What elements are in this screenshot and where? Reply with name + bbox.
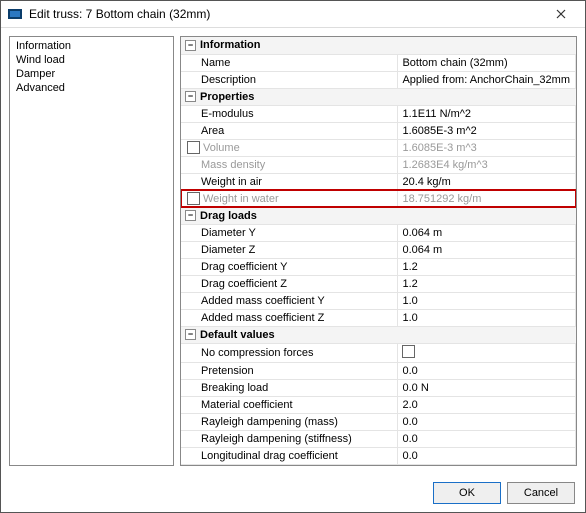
dialog-body: Information Wind load Damper Advanced −I… <box>1 28 585 474</box>
app-icon <box>7 6 23 22</box>
prop-value-material-coeff[interactable]: 2.0 <box>398 396 576 413</box>
section-header-default-values[interactable]: −Default values <box>181 326 398 343</box>
dialog-window: Edit truss: 7 Bottom chain (32mm) Inform… <box>0 0 586 513</box>
prop-label-massdensity: Mass density <box>181 156 398 173</box>
prop-value-rayleigh-stiffness[interactable]: 0.0 <box>398 430 576 447</box>
prop-value-weightwater: 18.751292 kg/m <box>398 190 576 207</box>
prop-value-diameter-z[interactable]: 0.064 m <box>398 241 576 258</box>
property-grid: −Information NameBottom chain (32mm) Des… <box>180 36 577 466</box>
prop-label-emodulus: E-modulus <box>181 105 398 122</box>
prop-label-material-coeff: Material coefficient <box>181 396 398 413</box>
section-header-properties[interactable]: −Properties <box>181 88 398 105</box>
prop-label-description: Description <box>181 71 398 88</box>
prop-value-breaking-load[interactable]: 0.0 N <box>398 379 576 396</box>
prop-value-added-mass-z[interactable]: 1.0 <box>398 309 576 326</box>
prop-label-drag-coeff-y: Drag coefficient Y <box>181 258 398 275</box>
titlebar: Edit truss: 7 Bottom chain (32mm) <box>1 1 585 28</box>
prop-value-drag-coeff-y[interactable]: 1.2 <box>398 258 576 275</box>
prop-value-no-compression[interactable] <box>398 343 576 362</box>
window-title: Edit truss: 7 Bottom chain (32mm) <box>29 7 541 21</box>
checkbox-no-compression[interactable] <box>402 345 415 358</box>
prop-value-diameter-y[interactable]: 0.064 m <box>398 224 576 241</box>
prop-value-rayleigh-mass[interactable]: 0.0 <box>398 413 576 430</box>
prop-label-no-compression: No compression forces <box>181 343 398 362</box>
prop-value-pretension[interactable]: 0.0 <box>398 362 576 379</box>
prop-label-breaking-load: Breaking load <box>181 379 398 396</box>
prop-label-rayleigh-stiffness: Rayleigh dampening (stiffness) <box>181 430 398 447</box>
prop-value-name[interactable]: Bottom chain (32mm) <box>398 54 576 71</box>
prop-value-added-mass-y[interactable]: 1.0 <box>398 292 576 309</box>
collapse-toggle-icon[interactable]: − <box>185 40 196 51</box>
dialog-footer: OK Cancel <box>1 474 585 513</box>
sidebar: Information Wind load Damper Advanced <box>9 36 174 466</box>
prop-label-diameter-y: Diameter Y <box>181 224 398 241</box>
highlighted-row-weight-in-water: Weight in water 18.751292 kg/m <box>181 190 576 207</box>
prop-label-pretension: Pretension <box>181 362 398 379</box>
sidebar-item-advanced[interactable]: Advanced <box>14 81 169 95</box>
prop-value-longitudinal-drag[interactable]: 0.0 <box>398 447 576 464</box>
collapse-toggle-icon[interactable]: − <box>185 91 196 102</box>
prop-label-added-mass-z: Added mass coefficient Z <box>181 309 398 326</box>
prop-value-drag-coeff-z[interactable]: 1.2 <box>398 275 576 292</box>
checkbox-weight-in-water[interactable] <box>187 192 200 205</box>
prop-value-volume: 1.6085E-3 m^3 <box>398 139 576 156</box>
prop-label-name: Name <box>181 54 398 71</box>
prop-label-rayleigh-mass: Rayleigh dampening (mass) <box>181 413 398 430</box>
prop-label-longitudinal-drag: Longitudinal drag coefficient <box>181 447 398 464</box>
prop-value-description[interactable]: Applied from: AnchorChain_32mm <box>398 71 576 88</box>
collapse-toggle-icon[interactable]: − <box>185 329 196 340</box>
prop-label-weightwater: Weight in water <box>203 193 279 205</box>
prop-label-volume: Volume <box>203 142 240 154</box>
sidebar-item-information[interactable]: Information <box>14 39 169 53</box>
section-header-drag-loads[interactable]: −Drag loads <box>181 207 398 224</box>
prop-label-weightair: Weight in air <box>181 173 398 190</box>
prop-label-added-mass-y: Added mass coefficient Y <box>181 292 398 309</box>
prop-value-area[interactable]: 1.6085E-3 m^2 <box>398 122 576 139</box>
ok-button[interactable]: OK <box>433 482 501 504</box>
sidebar-item-damper[interactable]: Damper <box>14 67 169 81</box>
prop-value-weightair[interactable]: 20.4 kg/m <box>398 173 576 190</box>
collapse-toggle-icon[interactable]: − <box>185 210 196 221</box>
sidebar-item-wind-load[interactable]: Wind load <box>14 53 169 67</box>
section-header-information[interactable]: −Information <box>181 37 398 54</box>
cancel-button[interactable]: Cancel <box>507 482 575 504</box>
prop-label-drag-coeff-z: Drag coefficient Z <box>181 275 398 292</box>
prop-value-massdensity: 1.2683E4 kg/m^3 <box>398 156 576 173</box>
prop-label-area: Area <box>181 122 398 139</box>
close-button[interactable] <box>541 1 581 27</box>
checkbox-volume[interactable] <box>187 141 200 154</box>
prop-label-diameter-z: Diameter Z <box>181 241 398 258</box>
prop-value-emodulus[interactable]: 1.1E11 N/m^2 <box>398 105 576 122</box>
